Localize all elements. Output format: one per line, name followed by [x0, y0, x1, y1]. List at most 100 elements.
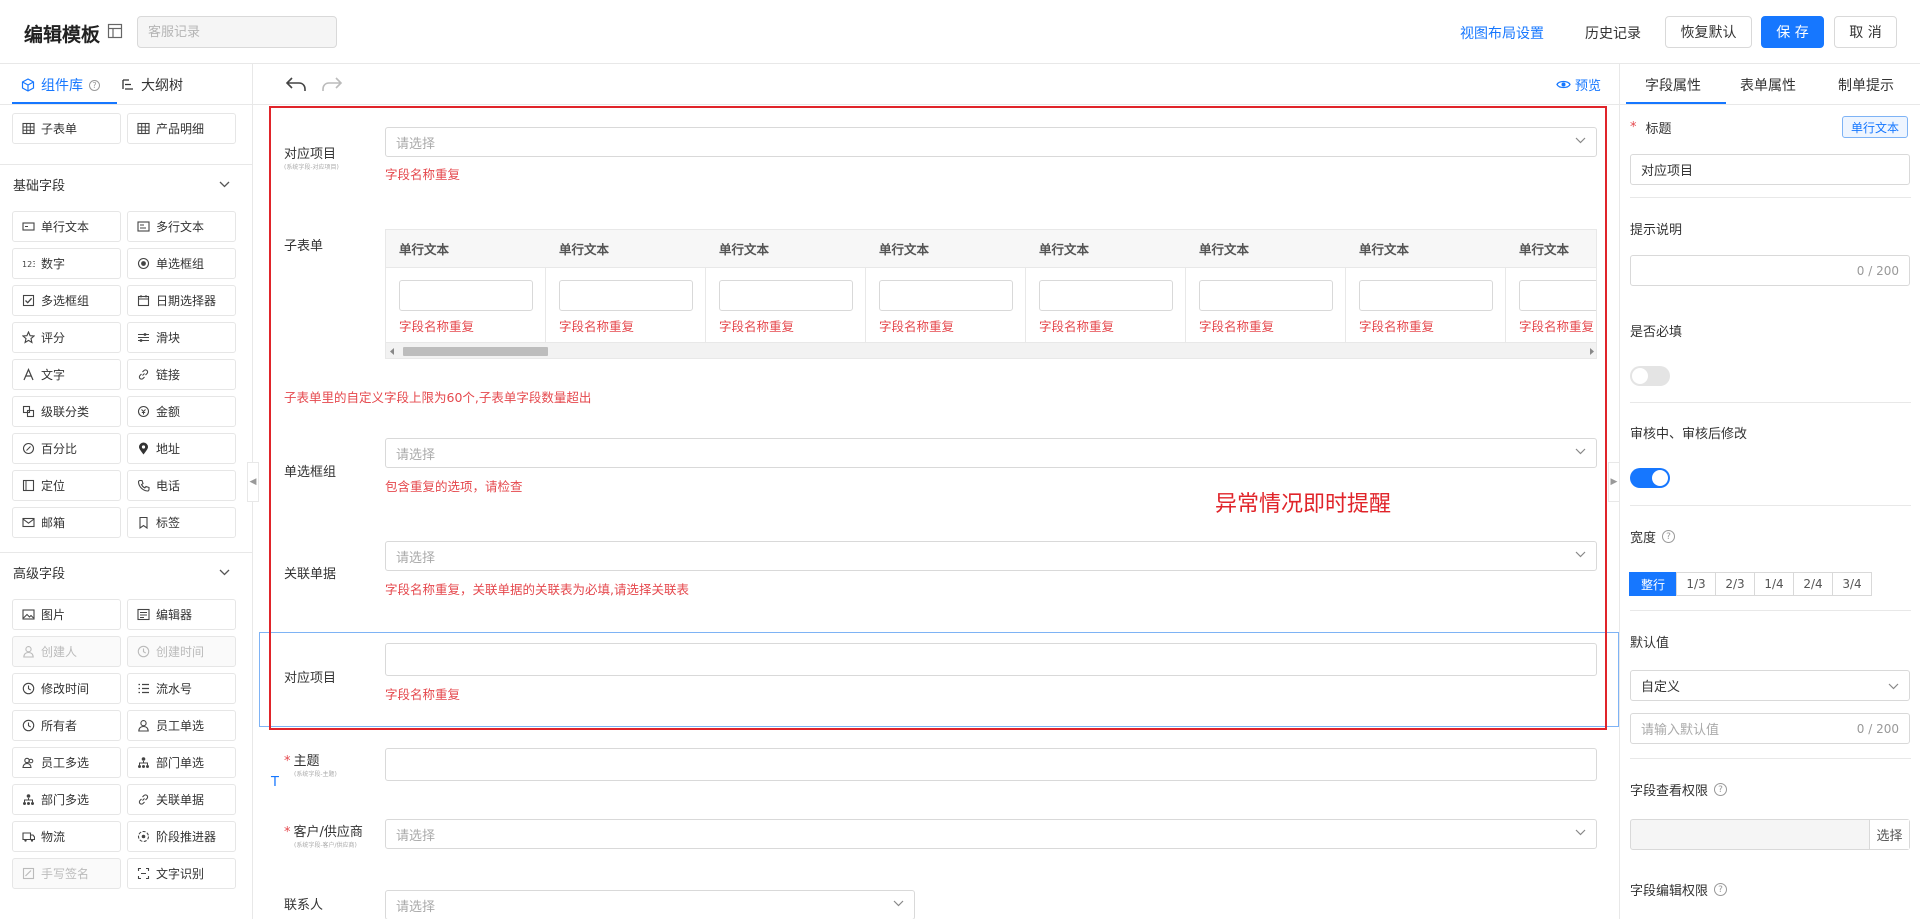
project-select[interactable]: 请选择 — [385, 127, 1597, 157]
default-type-select[interactable]: 自定义 — [1630, 670, 1910, 701]
width-option[interactable]: 1/3 — [1676, 572, 1716, 596]
component-item[interactable]: 多行文本 — [127, 211, 236, 242]
component-item[interactable]: 文字识别 — [127, 858, 236, 889]
cancel-button[interactable]: 取 消 — [1834, 16, 1897, 48]
subform-cell-error: 字段名称重复 — [1359, 319, 1435, 334]
component-item[interactable]: 流水号 — [127, 673, 236, 704]
subform-scrollbar[interactable] — [386, 342, 1596, 358]
layout-settings-link[interactable]: 视图布局设置 — [1460, 23, 1544, 43]
basic-fields-section[interactable]: 基础字段 — [0, 164, 252, 204]
component-item[interactable]: 所有者 — [12, 710, 121, 741]
undo-icon[interactable] — [285, 74, 307, 94]
subform-cell-input[interactable] — [559, 280, 693, 311]
subform-cell-input[interactable] — [399, 280, 533, 311]
component-subform[interactable]: 子表单 — [12, 113, 121, 144]
component-label: 单选框组 — [156, 257, 205, 271]
truck-icon — [22, 832, 35, 842]
basic-component-grid: 单行文本 多行文本 123 数字 单选框组多选框组 日期选择器评分 滑块文字 链接级联分类 金额… — [12, 211, 236, 538]
save-button[interactable]: 保 存 — [1761, 16, 1824, 48]
tab-outline-tree[interactable]: 大纲树 — [121, 75, 183, 95]
select-permission-button[interactable]: 选择 — [1869, 820, 1909, 849]
preview-button[interactable]: 预览 — [1556, 75, 1601, 94]
component-item[interactable]: 单行文本 — [12, 211, 121, 242]
width-option[interactable]: 整行 — [1629, 572, 1677, 596]
default-value-input[interactable]: 请输入默认值 0 / 200 — [1630, 713, 1910, 744]
help-icon[interactable]: ? — [1714, 883, 1728, 896]
redo-icon[interactable] — [321, 74, 343, 94]
collapse-left-handle[interactable]: ◀ — [247, 462, 259, 502]
subform-cell-input[interactable] — [1199, 280, 1333, 311]
project-error: 字段名称重复 — [385, 167, 461, 182]
tab-form-properties[interactable]: 表单属性 — [1740, 75, 1796, 95]
component-item[interactable]: 金额 — [127, 396, 236, 427]
advanced-fields-section[interactable]: 高级字段 — [0, 552, 252, 592]
component-item[interactable]: 图片 — [12, 599, 121, 630]
component-item[interactable]: 文字 — [12, 359, 121, 390]
width-option[interactable]: 3/4 — [1832, 572, 1872, 596]
view-permission-input[interactable]: 选择 — [1630, 819, 1910, 850]
component-item[interactable]: 标签 — [127, 507, 236, 538]
component-item[interactable]: 地址 — [127, 433, 236, 464]
component-item[interactable]: 电话 — [127, 470, 236, 501]
component-item[interactable]: 员工多选 — [12, 747, 121, 778]
divider — [1630, 505, 1911, 506]
radio-icon — [137, 257, 150, 270]
history-button[interactable]: 历史记录 — [1585, 23, 1641, 43]
contact-select[interactable]: 请选择 — [385, 890, 915, 919]
component-item[interactable]: 部门多选 — [12, 784, 121, 815]
radio-select[interactable]: 请选择 — [385, 438, 1597, 468]
customer-select[interactable]: 请选择 — [385, 819, 1597, 849]
subform-cell-input[interactable] — [1519, 280, 1596, 311]
component-item[interactable]: 日期选择器 — [127, 285, 236, 316]
component-item[interactable]: 滑块 — [127, 322, 236, 353]
field-sublabel-topic: (系统字段-主题) — [294, 771, 337, 778]
scroll-left-icon[interactable] — [390, 348, 395, 355]
percent-icon — [22, 442, 35, 455]
component-item[interactable]: 单选框组 — [127, 248, 236, 279]
component-item[interactable]: 阶段推进器 — [127, 821, 236, 852]
component-item[interactable]: 百分比 — [12, 433, 121, 464]
hint-input[interactable]: 0 / 200 — [1630, 255, 1910, 286]
scrollbar-thumb[interactable] — [403, 347, 548, 356]
layout-icon[interactable] — [107, 23, 123, 39]
component-item[interactable]: 123 数字 — [12, 248, 121, 279]
canvas-toolbar: 预览 — [253, 64, 1619, 105]
component-item[interactable]: 关联单据 — [127, 784, 236, 815]
modify-toggle[interactable] — [1630, 468, 1670, 488]
width-option[interactable]: 2/3 — [1715, 572, 1755, 596]
component-product-detail[interactable]: 产品明细 — [127, 113, 236, 144]
width-option[interactable]: 1/4 — [1754, 572, 1794, 596]
required-toggle[interactable] — [1630, 366, 1670, 386]
scroll-right-icon[interactable] — [1589, 348, 1594, 355]
component-item[interactable]: 定位 — [12, 470, 121, 501]
template-name-input[interactable] — [137, 16, 337, 48]
related-select[interactable]: 请选择 — [385, 541, 1597, 571]
component-item[interactable]: 部门单选 — [127, 747, 236, 778]
topic-input[interactable] — [385, 748, 1597, 781]
component-item[interactable]: 邮箱 — [12, 507, 121, 538]
component-item[interactable]: 级联分类 — [12, 396, 121, 427]
component-item[interactable]: 物流 — [12, 821, 121, 852]
subform-cell-error: 字段名称重复 — [1199, 319, 1275, 334]
tab-form-hints[interactable]: 制单提示 — [1838, 75, 1894, 95]
tab-field-properties[interactable]: 字段属性 — [1645, 75, 1701, 95]
title-input[interactable]: 对应项目 — [1630, 154, 1910, 185]
component-item[interactable]: 评分 — [12, 322, 121, 353]
project-input[interactable] — [385, 643, 1597, 676]
help-icon[interactable]: ? — [89, 79, 100, 91]
component-item[interactable]: 修改时间 — [12, 673, 121, 704]
active-tab-indicator — [1626, 102, 1726, 104]
width-option[interactable]: 2/4 — [1793, 572, 1833, 596]
component-item[interactable]: 员工单选 — [127, 710, 236, 741]
restore-default-button[interactable]: 恢复默认 — [1665, 16, 1752, 48]
subform-cell-input[interactable] — [1359, 280, 1493, 311]
tab-component-library[interactable]: 组件库 ? — [21, 75, 100, 95]
component-item[interactable]: 多选框组 — [12, 285, 121, 316]
component-item[interactable]: 链接 — [127, 359, 236, 390]
subform-cell-input[interactable] — [879, 280, 1013, 311]
help-icon[interactable]: ? — [1714, 783, 1728, 796]
component-item[interactable]: 编辑器 — [127, 599, 236, 630]
help-icon[interactable]: ? — [1662, 530, 1676, 543]
subform-cell-input[interactable] — [719, 280, 853, 311]
subform-cell-input[interactable] — [1039, 280, 1173, 311]
